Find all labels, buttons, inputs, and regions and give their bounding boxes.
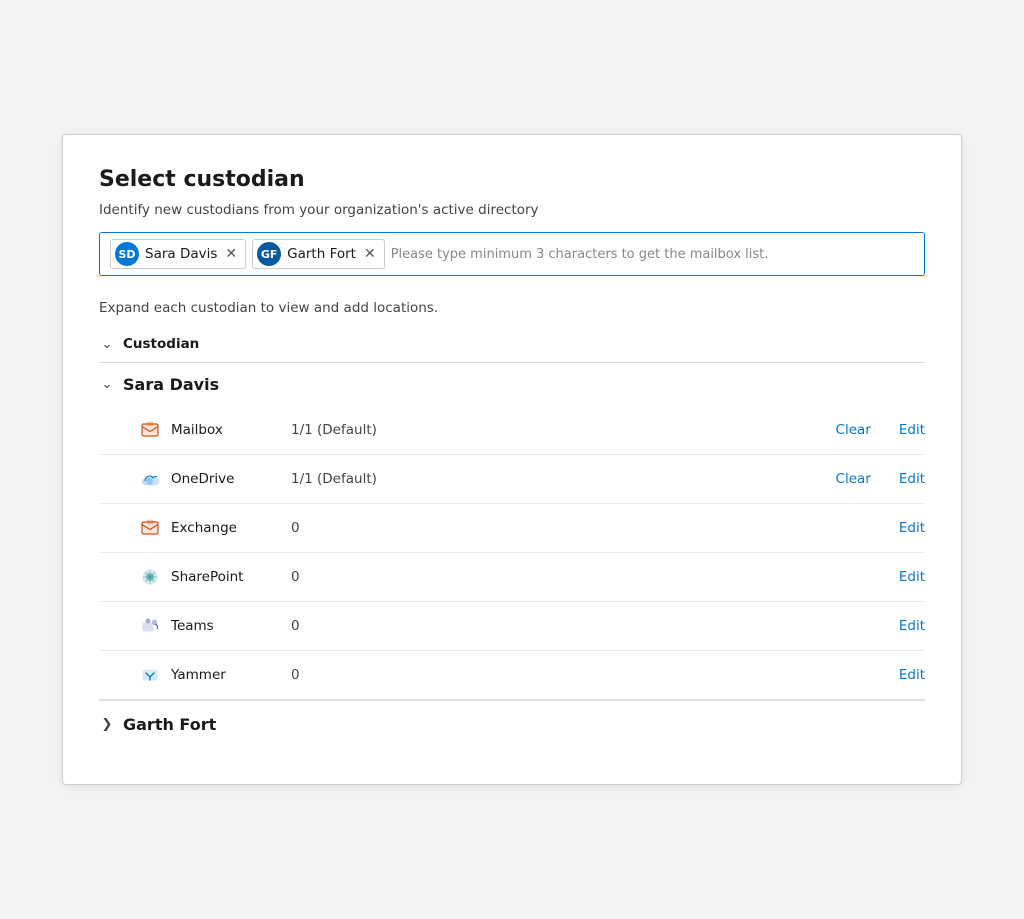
location-label-yammer: Yammer: [171, 667, 291, 683]
custodian-search-box[interactable]: SD Sara Davis ✕ GF Garth Fort ✕ Please t…: [99, 232, 925, 276]
custodian-section-sara-davis: ⌄ Sara Davis Mailbox 1/1 (Default) Clear…: [99, 363, 925, 700]
clear-mailbox-button[interactable]: Clear: [836, 422, 871, 438]
column-header-row[interactable]: ⌄ Custodian: [99, 326, 925, 363]
location-value-sharepoint: 0: [291, 569, 581, 585]
location-label-onedrive: OneDrive: [171, 471, 291, 487]
exchange-icon: [139, 517, 161, 539]
custodian-name-sara-davis: Sara Davis: [123, 375, 219, 394]
location-row-exchange: Exchange 0 Edit: [99, 504, 925, 553]
chevron-down-icon: ⌄: [99, 337, 115, 352]
location-label-exchange: Exchange: [171, 520, 291, 536]
location-label-teams: Teams: [171, 618, 291, 634]
remove-garth-fort-button[interactable]: ✕: [364, 247, 376, 261]
tag-garth-fort: GF Garth Fort ✕: [252, 239, 385, 269]
location-row-yammer: Yammer 0 Edit: [99, 651, 925, 699]
location-value-exchange: 0: [291, 520, 581, 536]
mailbox-icon: [139, 419, 161, 441]
remove-sara-davis-button[interactable]: ✕: [225, 247, 237, 261]
avatar-sara-davis: SD: [115, 242, 139, 266]
location-value-teams: 0: [291, 618, 581, 634]
edit-teams-button[interactable]: Edit: [899, 618, 925, 634]
location-label-sharepoint: SharePoint: [171, 569, 291, 585]
edit-onedrive-button[interactable]: Edit: [899, 471, 925, 487]
expand-label: Expand each custodian to view and add lo…: [99, 300, 925, 316]
onedrive-icon: [139, 468, 161, 490]
yammer-icon: [139, 664, 161, 686]
custodian-name-garth-fort: Garth Fort: [123, 715, 216, 734]
column-header-label: Custodian: [123, 336, 199, 352]
tag-label-sara-davis: Sara Davis: [145, 246, 217, 262]
edit-mailbox-button[interactable]: Edit: [899, 422, 925, 438]
clear-onedrive-button[interactable]: Clear: [836, 471, 871, 487]
edit-sharepoint-button[interactable]: Edit: [899, 569, 925, 585]
location-value-mailbox: 1/1 (Default): [291, 422, 808, 438]
custodian-section-garth-fort: ❯ Garth Fort: [99, 700, 925, 744]
select-custodian-card: Select custodian Identify new custodians…: [62, 134, 962, 785]
sharepoint-icon: [139, 566, 161, 588]
custodian-header-garth-fort[interactable]: ❯ Garth Fort: [99, 700, 925, 744]
location-row-mailbox: Mailbox 1/1 (Default) Clear Edit: [99, 406, 925, 455]
location-value-yammer: 0: [291, 667, 581, 683]
location-row-onedrive: OneDrive 1/1 (Default) Clear Edit: [99, 455, 925, 504]
expand-icon-garth-fort: ❯: [99, 717, 115, 732]
location-label-mailbox: Mailbox: [171, 422, 291, 438]
location-row-sharepoint: SharePoint 0 Edit: [99, 553, 925, 602]
collapse-icon-sara-davis: ⌄: [99, 377, 115, 392]
tag-label-garth-fort: Garth Fort: [287, 246, 356, 262]
search-placeholder-text: Please type minimum 3 characters to get …: [391, 247, 914, 262]
avatar-garth-fort: GF: [257, 242, 281, 266]
tag-sara-davis: SD Sara Davis ✕: [110, 239, 246, 269]
page-title: Select custodian: [99, 167, 925, 192]
page-subtitle: Identify new custodians from your organi…: [99, 202, 925, 218]
edit-exchange-button[interactable]: Edit: [899, 520, 925, 536]
edit-yammer-button[interactable]: Edit: [899, 667, 925, 683]
custodian-header-sara-davis[interactable]: ⌄ Sara Davis: [99, 363, 925, 406]
location-value-onedrive: 1/1 (Default): [291, 471, 808, 487]
location-row-teams: Teams 0 Edit: [99, 602, 925, 651]
teams-icon: [139, 615, 161, 637]
